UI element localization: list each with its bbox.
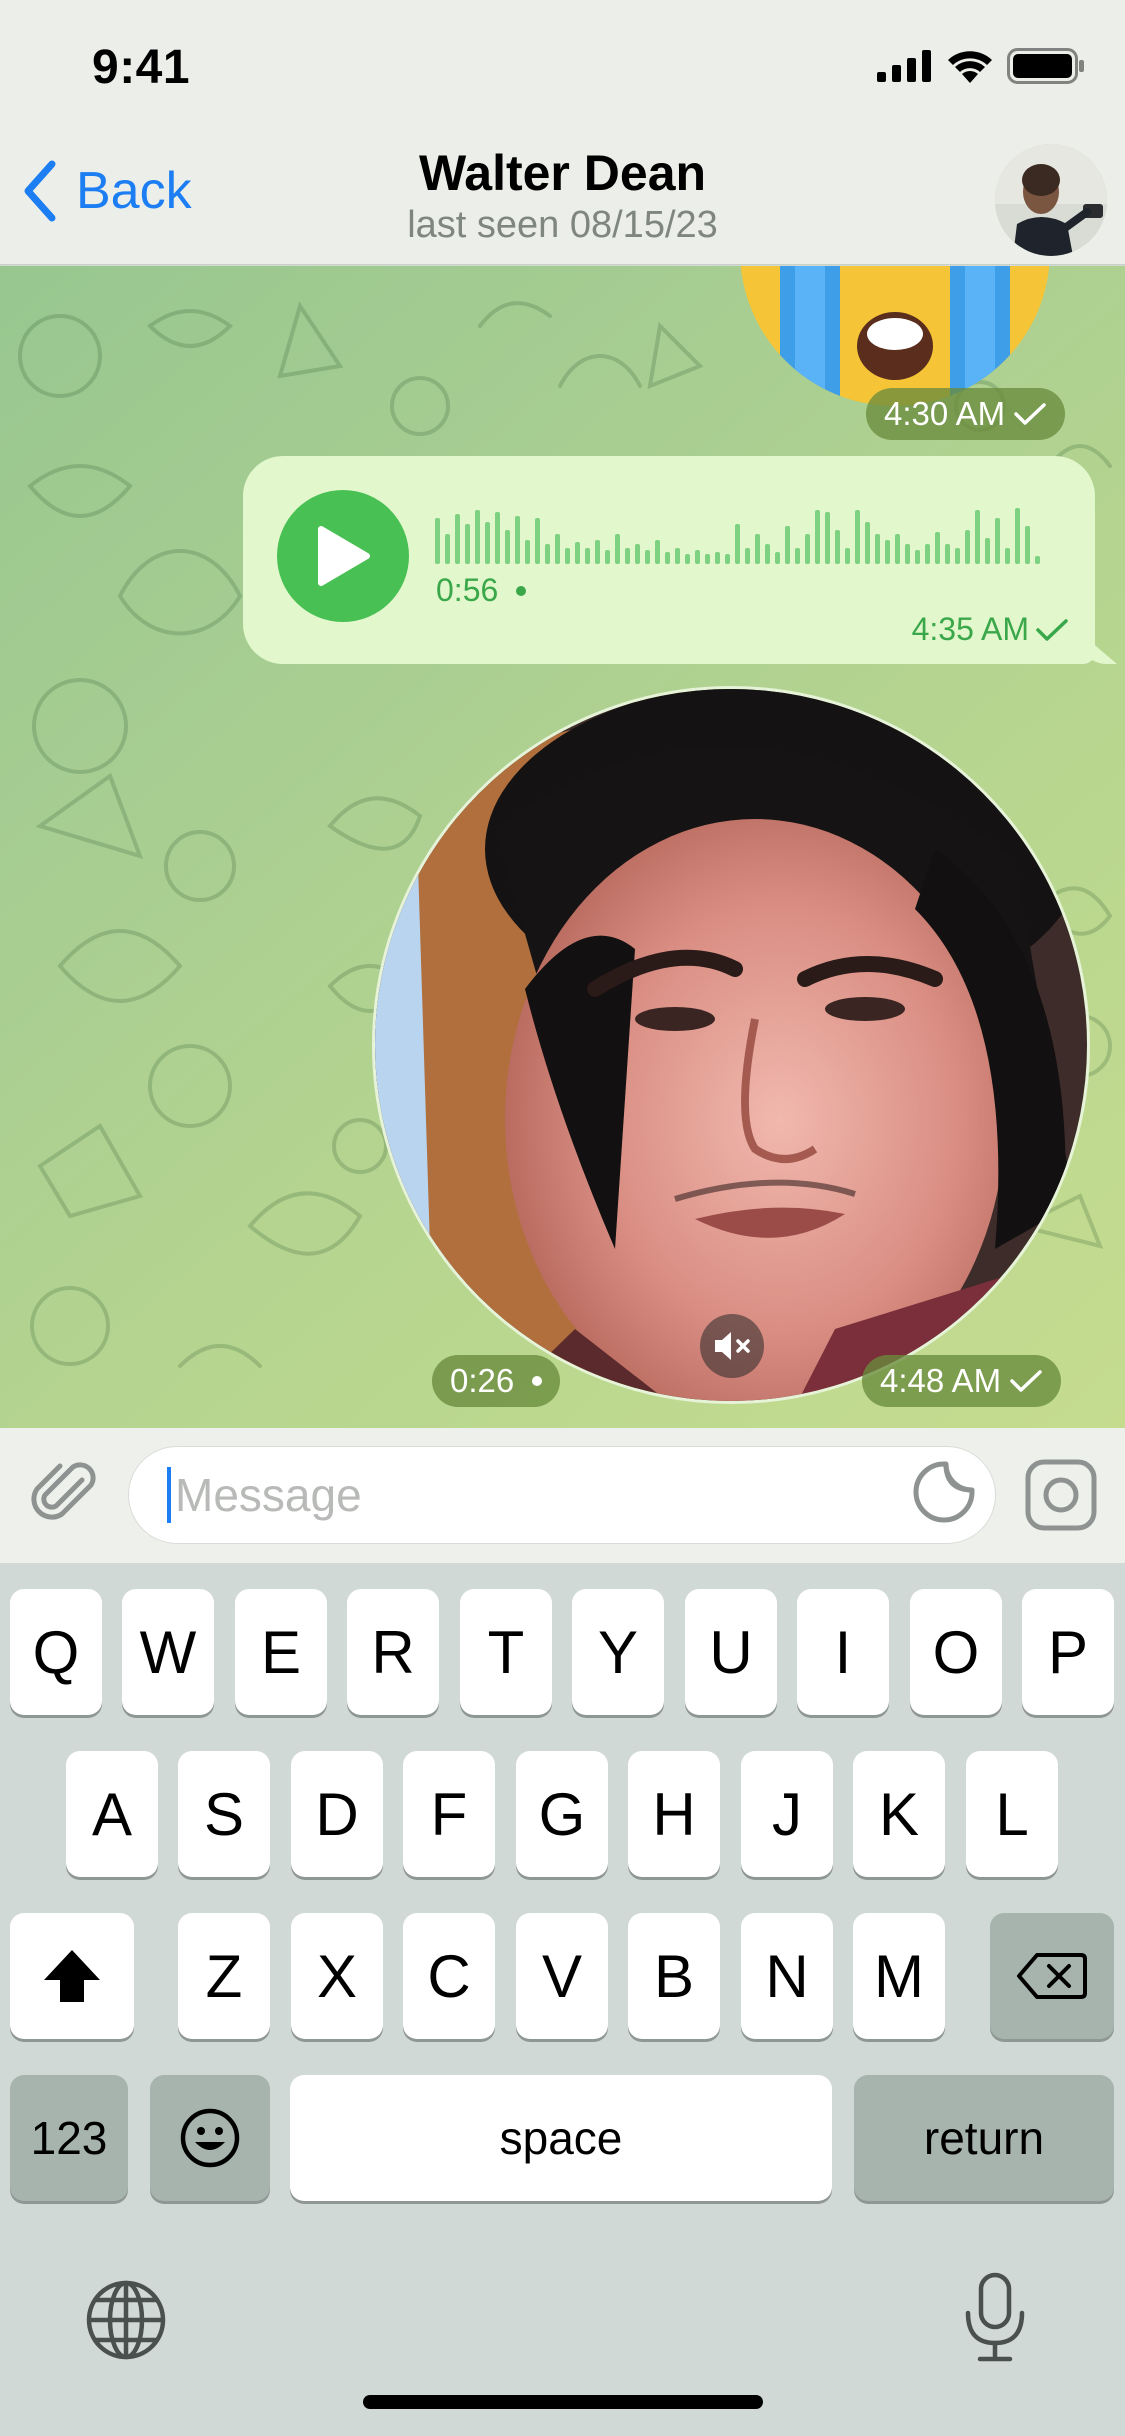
- voice-message: 0:56 4:35 AM: [243, 456, 1095, 664]
- key-y[interactable]: Y: [572, 1589, 664, 1715]
- key-k[interactable]: K: [853, 1751, 945, 1877]
- key-h[interactable]: H: [628, 1751, 720, 1877]
- voice-timestamp: 4:35 AM: [912, 611, 1069, 648]
- check-icon: [1014, 403, 1046, 425]
- emoji-key[interactable]: [150, 2075, 270, 2201]
- video-time: 4:48 AM: [880, 1362, 1002, 1399]
- video-duration-pill: 0:26: [432, 1355, 561, 1407]
- signal-icon: [877, 50, 931, 82]
- key-s[interactable]: S: [178, 1751, 270, 1877]
- video-duration: 0:26: [450, 1362, 515, 1399]
- key-q[interactable]: Q: [10, 1589, 102, 1715]
- space-key[interactable]: space: [290, 2075, 832, 2201]
- video-timestamp: 4:48 AM: [862, 1355, 1062, 1407]
- wifi-icon: [948, 51, 992, 83]
- shift-key[interactable]: [10, 1913, 134, 2039]
- mute-button[interactable]: [700, 1314, 764, 1378]
- avatar[interactable]: [995, 144, 1107, 256]
- avatar-image: [995, 144, 1107, 256]
- status-time: 9:41: [92, 41, 191, 94]
- sticker-timestamp: 4:30 AM: [866, 388, 1066, 440]
- globe-button[interactable]: [84, 2278, 168, 2362]
- key-e[interactable]: E: [235, 1589, 327, 1715]
- key-z[interactable]: Z: [178, 1913, 270, 2039]
- play-icon: [318, 526, 370, 586]
- text-caret: [167, 1467, 171, 1523]
- voice-duration-label: 0:56: [436, 572, 499, 608]
- video-thumbnail: [375, 689, 1087, 1401]
- voice-duration: 0:56: [436, 572, 527, 609]
- check-icon: [1010, 1370, 1042, 1392]
- voice-time: 4:35 AM: [911, 611, 1029, 647]
- home-indicator[interactable]: [363, 2395, 763, 2409]
- unplayed-dot: [532, 1376, 543, 1386]
- key-a[interactable]: A: [66, 1751, 158, 1877]
- key-o[interactable]: O: [910, 1589, 1002, 1715]
- sticker-icon: [913, 1461, 975, 1523]
- play-button[interactable]: [277, 490, 409, 622]
- sticker-button[interactable]: [912, 1460, 976, 1524]
- video-message[interactable]: [372, 686, 1090, 1404]
- check-icon: [1036, 618, 1068, 641]
- key-u[interactable]: U: [685, 1589, 777, 1715]
- return-key[interactable]: return: [854, 2075, 1114, 2201]
- emoji-icon: [180, 2108, 240, 2168]
- key-d[interactable]: D: [291, 1751, 383, 1877]
- key-l[interactable]: L: [966, 1751, 1058, 1877]
- attach-button[interactable]: [30, 1458, 102, 1530]
- key-p[interactable]: P: [1022, 1589, 1114, 1715]
- key-i[interactable]: I: [797, 1589, 889, 1715]
- globe-icon: [86, 2280, 166, 2360]
- key-v[interactable]: V: [516, 1913, 608, 2039]
- key-w[interactable]: W: [122, 1589, 214, 1715]
- battery-icon: [1007, 48, 1084, 84]
- paperclip-icon: [31, 1462, 96, 1520]
- chat-header: 9:41 Back Walter Dean last seen 08/15/23: [0, 0, 1125, 265]
- contact-name[interactable]: Walter Dean: [0, 144, 1125, 202]
- message-input[interactable]: Message: [128, 1446, 996, 1544]
- status-icons: [877, 48, 1085, 84]
- key-j[interactable]: J: [741, 1751, 833, 1877]
- speaker-muted-icon: [715, 1332, 750, 1360]
- numbers-key[interactable]: 123: [10, 2075, 128, 2201]
- key-x[interactable]: X: [291, 1913, 383, 2039]
- camera-button[interactable]: [1024, 1458, 1098, 1532]
- key-r[interactable]: R: [347, 1589, 439, 1715]
- key-g[interactable]: G: [516, 1751, 608, 1877]
- key-t[interactable]: T: [460, 1589, 552, 1715]
- key-b[interactable]: B: [628, 1913, 720, 2039]
- shift-icon: [44, 1950, 100, 2002]
- unplayed-dot: [516, 585, 527, 596]
- camera-icon: [1025, 1459, 1097, 1531]
- message-placeholder: Message: [175, 1469, 362, 1521]
- key-f[interactable]: F: [403, 1751, 495, 1877]
- key-m[interactable]: M: [853, 1913, 945, 2039]
- key-c[interactable]: C: [403, 1913, 495, 2039]
- key-n[interactable]: N: [741, 1913, 833, 2039]
- backspace-key[interactable]: [990, 1913, 1114, 2039]
- dictation-button[interactable]: [962, 2271, 1028, 2365]
- backspace-icon: [1017, 1953, 1087, 1999]
- microphone-icon: [965, 2272, 1025, 2362]
- chat-area[interactable]: 4:30 AM 0:56 4:35 AM 0:26 4:48 AM: [0, 266, 1125, 1428]
- keyboard: Q W E R T Y U I O P A S D F G H J K L Z …: [0, 1563, 1125, 2436]
- voice-waveform[interactable]: [435, 504, 1055, 564]
- sticker-time: 4:30 AM: [884, 395, 1006, 432]
- contact-last-seen: last seen 08/15/23: [407, 204, 718, 246]
